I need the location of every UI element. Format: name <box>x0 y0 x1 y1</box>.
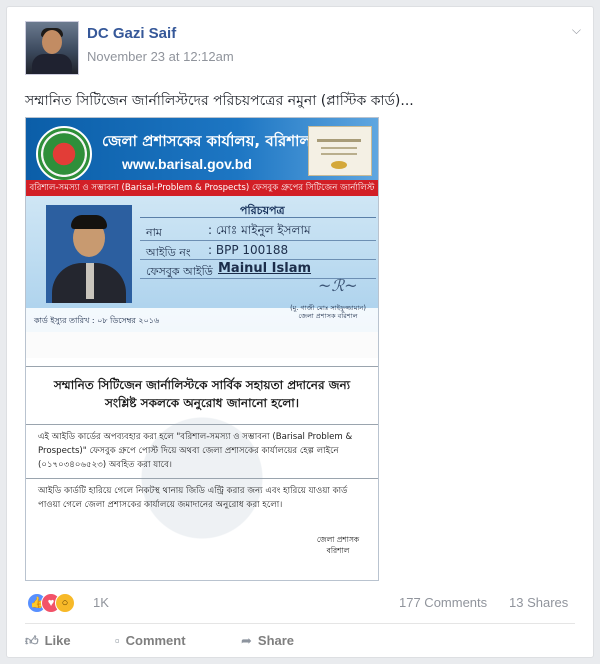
card-office-name: জেলা প্রশাসকের কার্যালয়, বরিশাল <box>102 132 311 150</box>
share-button[interactable]: ➦ Share <box>241 633 294 649</box>
shares-count[interactable]: 13 Shares <box>509 595 568 610</box>
back-paragraph-2: আইডি কার্ডটি হারিয়ে গেলে নিকটস্থ থানায়… <box>38 486 348 510</box>
issuer-block: (মু. গাজী মোঃ সাইফুজ্জামান) জেলা প্রশাসক… <box>290 304 366 320</box>
fb-value: Mainul Islam <box>218 261 312 276</box>
comment-icon: ▫ <box>115 633 120 648</box>
post-text: সম্মানিত সিটিজেন জার্নালিস্টদের পরিচয়পত… <box>25 93 414 109</box>
comment-button[interactable]: ▫ Comment <box>115 633 186 648</box>
post-timestamp[interactable]: November 23 at 12:12am <box>87 49 234 64</box>
id-card-image[interactable]: জেলা প্রশাসকের কার্যালয়, বরিশাল www.bar… <box>25 117 379 581</box>
avatar-suit <box>32 54 72 74</box>
back-divider <box>26 424 378 425</box>
back-signature: জেলা প্রশাসক বরিশাল <box>316 535 360 555</box>
reactions-count[interactable]: 1K <box>93 595 109 610</box>
card-banner: বরিশাল-সমস্যা ও সম্ভাবনা (Barisal-Proble… <box>26 180 378 196</box>
id-label: আইডি নং <box>146 246 191 259</box>
post-card: DC Gazi Saif November 23 at 12:12am ⌵ সম… <box>6 6 594 658</box>
id-value: : BPP 100188 <box>208 243 289 257</box>
back-title: সম্মানিত সিটিজেন জার্নালিস্টকে সার্বিক স… <box>53 378 351 410</box>
like-label: Like <box>44 633 71 648</box>
field-divider <box>140 259 376 260</box>
like-button[interactable]: 👍︎ Like <box>25 633 71 649</box>
back-paragraph-1: এই আইডি কার্ডের অপব্যবহার করা হলে "বরিশা… <box>38 432 353 470</box>
comment-label: Comment <box>125 633 186 648</box>
author-name[interactable]: DC Gazi Saif <box>87 25 176 42</box>
card-url: www.barisal.gov.bd <box>122 156 252 172</box>
fb-colon: : <box>208 261 213 275</box>
signature-mark: ~ℛ~ <box>318 276 358 295</box>
chevron-down-icon[interactable]: ⌵ <box>572 23 581 38</box>
field-divider <box>140 240 376 241</box>
author-avatar[interactable] <box>25 21 79 75</box>
share-icon: ➦ <box>241 633 252 648</box>
avatar-face <box>42 30 62 54</box>
heading-underline <box>140 217 376 218</box>
issue-date: কার্ড ইস্যুর তারিখ : ০৮ ডিসেম্বর ২০১৬ <box>34 316 160 325</box>
share-label: Share <box>257 633 295 648</box>
comments-count[interactable]: 177 Comments <box>399 595 487 610</box>
holder-photo <box>46 205 132 303</box>
wow-reaction-icon: ○ <box>55 593 75 613</box>
card-back: সম্মানিত সিটিজেন জার্নালিস্টকে সার্বিক স… <box>26 358 378 580</box>
back-divider <box>26 366 378 367</box>
certificate-icon <box>308 126 372 176</box>
thumbs-up-icon: 👍︎ <box>25 633 39 648</box>
card-heading: পরিচয়পত্র <box>240 204 285 217</box>
back-divider <box>26 478 378 479</box>
government-seal-icon <box>36 126 92 182</box>
actions-divider <box>25 623 575 624</box>
name-value: : মোঃ মাইনুল ইসলাম <box>208 223 311 237</box>
fb-label: ফেসবুক আইডি <box>146 265 213 278</box>
